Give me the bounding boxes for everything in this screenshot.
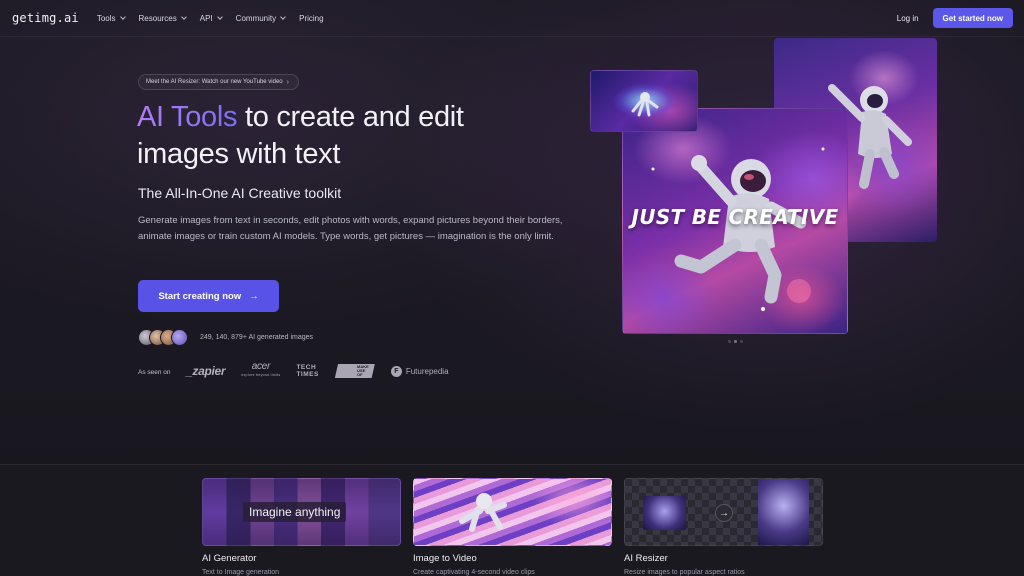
tech-times-line-2: TIMES	[296, 371, 319, 378]
image-caption: JUST BE CREATIVE	[631, 205, 839, 229]
hero-title-highlight: AI Tools	[137, 101, 238, 133]
nav-actions: Log in Get started now	[897, 8, 1013, 28]
feature-title: Image to Video	[413, 553, 477, 564]
carousel-dot-active[interactable]	[734, 340, 737, 343]
nav-item-api[interactable]: API	[199, 13, 223, 23]
generated-images-stat: 249, 140, 879+ AI generated images	[200, 334, 314, 341]
get-started-button[interactable]: Get started now	[932, 8, 1013, 28]
nav-item-tools[interactable]: Tools	[96, 13, 126, 23]
feature-subtitle: Create captivating 4-second video clips	[413, 569, 535, 576]
chevron-down-icon	[280, 14, 286, 20]
arrow-right-icon: →	[715, 504, 733, 522]
avatar-group	[138, 329, 188, 346]
hero-subtitle: The All-In-One AI Creative toolkit	[138, 185, 342, 201]
feature-card-ai-generator[interactable]: Imagine anything AI Generator Text to Im…	[202, 478, 401, 576]
acer-logo: acer explore beyond limits	[241, 362, 280, 380]
hero-title: AI Tools to create and edit images with …	[137, 99, 557, 173]
chevron-right-icon: ›	[286, 78, 289, 86]
feature-title: AI Resizer	[624, 553, 668, 564]
feature-thumbnail: →	[624, 478, 823, 546]
carousel-dots	[728, 340, 743, 343]
muo-line-3: OF	[357, 372, 363, 377]
futurepedia-wordmark: Futurepedia	[405, 366, 449, 376]
nav-item-label: Pricing	[299, 13, 324, 23]
as-seen-on-label: As seen on	[138, 369, 171, 376]
resizer-before-image	[643, 496, 686, 530]
nav-item-community[interactable]: Community	[235, 13, 286, 23]
feature-subtitle: Resize images to popular aspect ratios	[624, 569, 745, 576]
feature-card-ai-resizer[interactable]: → AI Resizer Resize images to popular as…	[624, 478, 823, 576]
press-logos: _zapier acer explore beyond limits TECH …	[186, 362, 449, 380]
astronaut-illustration	[459, 493, 507, 532]
logo[interactable]: getimg.ai	[12, 11, 79, 25]
feature-thumbnail	[413, 478, 612, 546]
feature-thumbnail: Imagine anything	[202, 478, 401, 546]
nav-item-label: API	[199, 13, 213, 23]
nav-links: Tools Resources API Community Pricing	[97, 14, 324, 23]
start-creating-label: Start creating now	[158, 290, 242, 302]
chevron-down-icon	[216, 14, 223, 20]
chevron-down-icon	[119, 14, 126, 20]
makeuseof-text: MAKE USE OF	[357, 365, 369, 377]
arrow-right-icon: →	[249, 290, 259, 302]
feature-card-image-to-video[interactable]: Image to Video Create captivating 4-seco…	[413, 478, 612, 576]
carousel-dot[interactable]	[740, 340, 743, 343]
nav-item-resources[interactable]: Resources	[138, 13, 187, 23]
top-nav: getimg.ai Tools Resources API Community …	[0, 0, 1024, 37]
nav-item-label: Community	[235, 13, 277, 23]
carousel-dot[interactable]	[728, 340, 731, 343]
futurepedia-mark: F	[390, 365, 402, 377]
avatar	[171, 329, 188, 346]
thumbnail-overlay-text: Imagine anything	[243, 502, 347, 522]
chevron-down-icon	[180, 14, 187, 20]
login-link[interactable]: Log in	[897, 14, 919, 23]
feature-title: AI Generator	[202, 553, 257, 564]
start-creating-button[interactable]: Start creating now →	[138, 280, 279, 312]
acer-tagline: explore beyond limits	[241, 373, 281, 377]
futurepedia-logo: F Futurepedia	[390, 365, 449, 377]
showcase-image-small	[590, 70, 698, 132]
showcase-image-main: JUST BE CREATIVE	[622, 108, 848, 334]
resizer-after-image	[758, 479, 809, 545]
nav-item-pricing[interactable]: Pricing	[299, 14, 323, 23]
tech-times-line-1: TECH	[296, 364, 317, 371]
announcement-text: Meet the AI Resizer: Watch our new YouTu…	[146, 79, 283, 85]
nav-item-label: Tools	[96, 13, 116, 23]
makeuseof-logo: MAKE USE OF	[334, 364, 375, 378]
tech-times-logo: TECH TIMES	[296, 364, 318, 378]
astronaut-illustration	[631, 92, 659, 117]
announcement-pill[interactable]: Meet the AI Resizer: Watch our new YouTu…	[138, 74, 299, 90]
feature-subtitle: Text to Image generation	[202, 569, 280, 576]
nav-item-label: Resources	[138, 13, 177, 23]
zapier-logo: _zapier	[186, 364, 226, 378]
hero-description: Generate images from text in seconds, ed…	[138, 215, 563, 242]
